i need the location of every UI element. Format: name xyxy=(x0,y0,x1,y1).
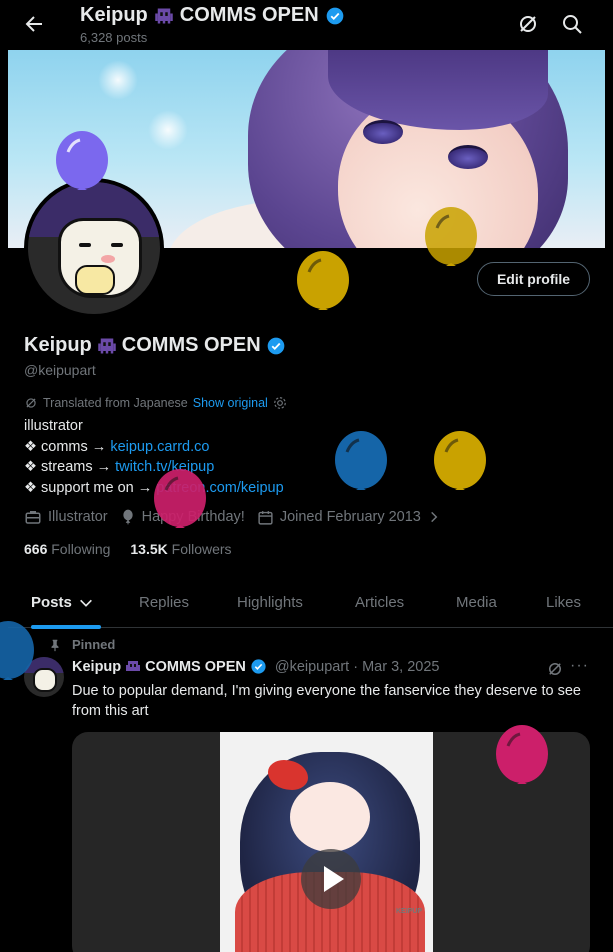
banner-sparkle xyxy=(98,60,138,100)
followers-count: 13.5K xyxy=(130,541,168,557)
verified-badge-icon xyxy=(251,659,266,674)
banner-eye xyxy=(363,120,403,144)
profile-name: Keipup COMMS OPEN xyxy=(24,334,286,357)
bio-line: illustrator xyxy=(24,418,83,434)
more-options-button[interactable]: ··· xyxy=(570,657,589,675)
avatar-eye xyxy=(79,243,91,247)
bio-link-comms[interactable]: keipup.carrd.co xyxy=(110,439,209,455)
tab-highlights[interactable]: Highlights xyxy=(237,594,303,611)
verified-badge-icon xyxy=(326,7,344,24)
post-author-name[interactable]: Keipup xyxy=(72,659,121,675)
grok-icon xyxy=(26,398,36,408)
pinned-label: Pinned xyxy=(48,637,115,652)
active-tab-indicator xyxy=(31,625,101,629)
balloon-blue xyxy=(0,620,36,692)
header-name: Keipup xyxy=(80,4,148,26)
balloon-magenta xyxy=(494,724,550,796)
alien-emoji-icon xyxy=(98,338,116,353)
follow-stats: 666 Following 13.5K Followers xyxy=(24,541,232,557)
post-count: 6,328 posts xyxy=(80,30,148,45)
grok-icon[interactable] xyxy=(516,12,540,36)
meta-joined[interactable]: Joined February 2013 xyxy=(257,509,441,526)
bio-prefix: ❖ streams → xyxy=(24,459,116,475)
bio-prefix: ❖ support me on → xyxy=(24,479,157,496)
post-meta[interactable]: @keipupart · Mar 3, 2025 xyxy=(275,659,440,675)
banner-eye xyxy=(448,145,488,169)
post-text: Due to popular demand, I'm giving everyo… xyxy=(72,683,581,719)
following-link[interactable]: 666 Following xyxy=(24,541,110,557)
calendar-icon xyxy=(258,510,273,525)
translated-label: Translated from Japanese xyxy=(43,396,188,410)
followers-link[interactable]: 13.5K Followers xyxy=(130,541,231,557)
avatar-hand xyxy=(75,265,115,295)
tab-media[interactable]: Media xyxy=(456,594,497,611)
alien-emoji-icon xyxy=(126,660,141,671)
tab-posts[interactable]: Posts xyxy=(31,594,94,611)
translation-notice: Translated from Japanese Show original xyxy=(24,396,287,410)
profile-display-name: Keipup xyxy=(24,334,92,356)
balloon-icon xyxy=(122,509,133,525)
balloon-blue xyxy=(333,430,389,502)
meta-profession: Illustrator xyxy=(24,508,108,526)
briefcase-icon xyxy=(25,511,41,524)
balloon-gold xyxy=(432,430,488,502)
media-face xyxy=(290,782,370,852)
grok-icon[interactable] xyxy=(546,660,564,678)
header-title: Keipup COMMS OPEN xyxy=(80,4,345,27)
top-bar: Keipup COMMS OPEN 6,328 posts xyxy=(0,0,613,50)
back-arrow-icon[interactable] xyxy=(22,12,46,36)
play-icon[interactable] xyxy=(301,849,361,909)
tab-posts-label: Posts xyxy=(31,594,72,611)
pinned-text: Pinned xyxy=(72,637,116,652)
balloon-purple xyxy=(54,130,110,202)
edit-profile-button[interactable]: Edit profile xyxy=(477,262,590,296)
tab-likes[interactable]: Likes xyxy=(546,594,581,611)
post-header: Keipup COMMS OPEN @keipupart · Mar 3, 20… xyxy=(72,658,439,675)
search-icon[interactable] xyxy=(560,12,584,36)
profile-tabs: Posts Replies Highlights Articles Media … xyxy=(8,580,613,629)
tab-articles[interactable]: Articles xyxy=(355,594,404,611)
balloon-gold xyxy=(295,250,351,322)
tab-replies[interactable]: Replies xyxy=(139,594,189,611)
balloon-magenta xyxy=(152,468,208,540)
profile-meta: Illustrator Happy Birthday! Joined Febru… xyxy=(24,508,453,526)
avatar-blush xyxy=(101,255,115,263)
avatar-eye xyxy=(111,243,123,247)
header-name-suffix: COMMS OPEN xyxy=(179,4,319,26)
profile-name-suffix: COMMS OPEN xyxy=(121,334,261,356)
pin-icon xyxy=(51,639,59,651)
bio-prefix: ❖ comms → xyxy=(24,438,111,455)
chevron-right-icon xyxy=(431,511,438,523)
bio-line: ❖ comms → keipup.carrd.co xyxy=(24,437,284,458)
meta-profession-label: Illustrator xyxy=(48,509,108,525)
alien-emoji-icon xyxy=(155,8,173,23)
following-label: Following xyxy=(51,541,111,557)
meta-joined-label: Joined February 2013 xyxy=(279,509,421,525)
profile-handle: @keipupart xyxy=(24,362,96,378)
followers-label: Followers xyxy=(171,541,232,557)
following-count: 666 xyxy=(24,541,48,557)
media-video-thumbnail: KEIPUP xyxy=(220,732,433,952)
post-author-suffix[interactable]: COMMS OPEN xyxy=(145,659,246,675)
gear-icon[interactable] xyxy=(273,396,287,410)
banner-sparkle xyxy=(148,110,188,150)
show-original-link[interactable]: Show original xyxy=(193,396,268,410)
media-signature: KEIPUP xyxy=(396,908,423,915)
post-avatar-face xyxy=(33,668,57,692)
chevron-down-icon xyxy=(79,599,92,607)
verified-badge-icon[interactable] xyxy=(266,336,286,356)
balloon-gold xyxy=(423,206,479,278)
avatar-face xyxy=(58,218,142,298)
